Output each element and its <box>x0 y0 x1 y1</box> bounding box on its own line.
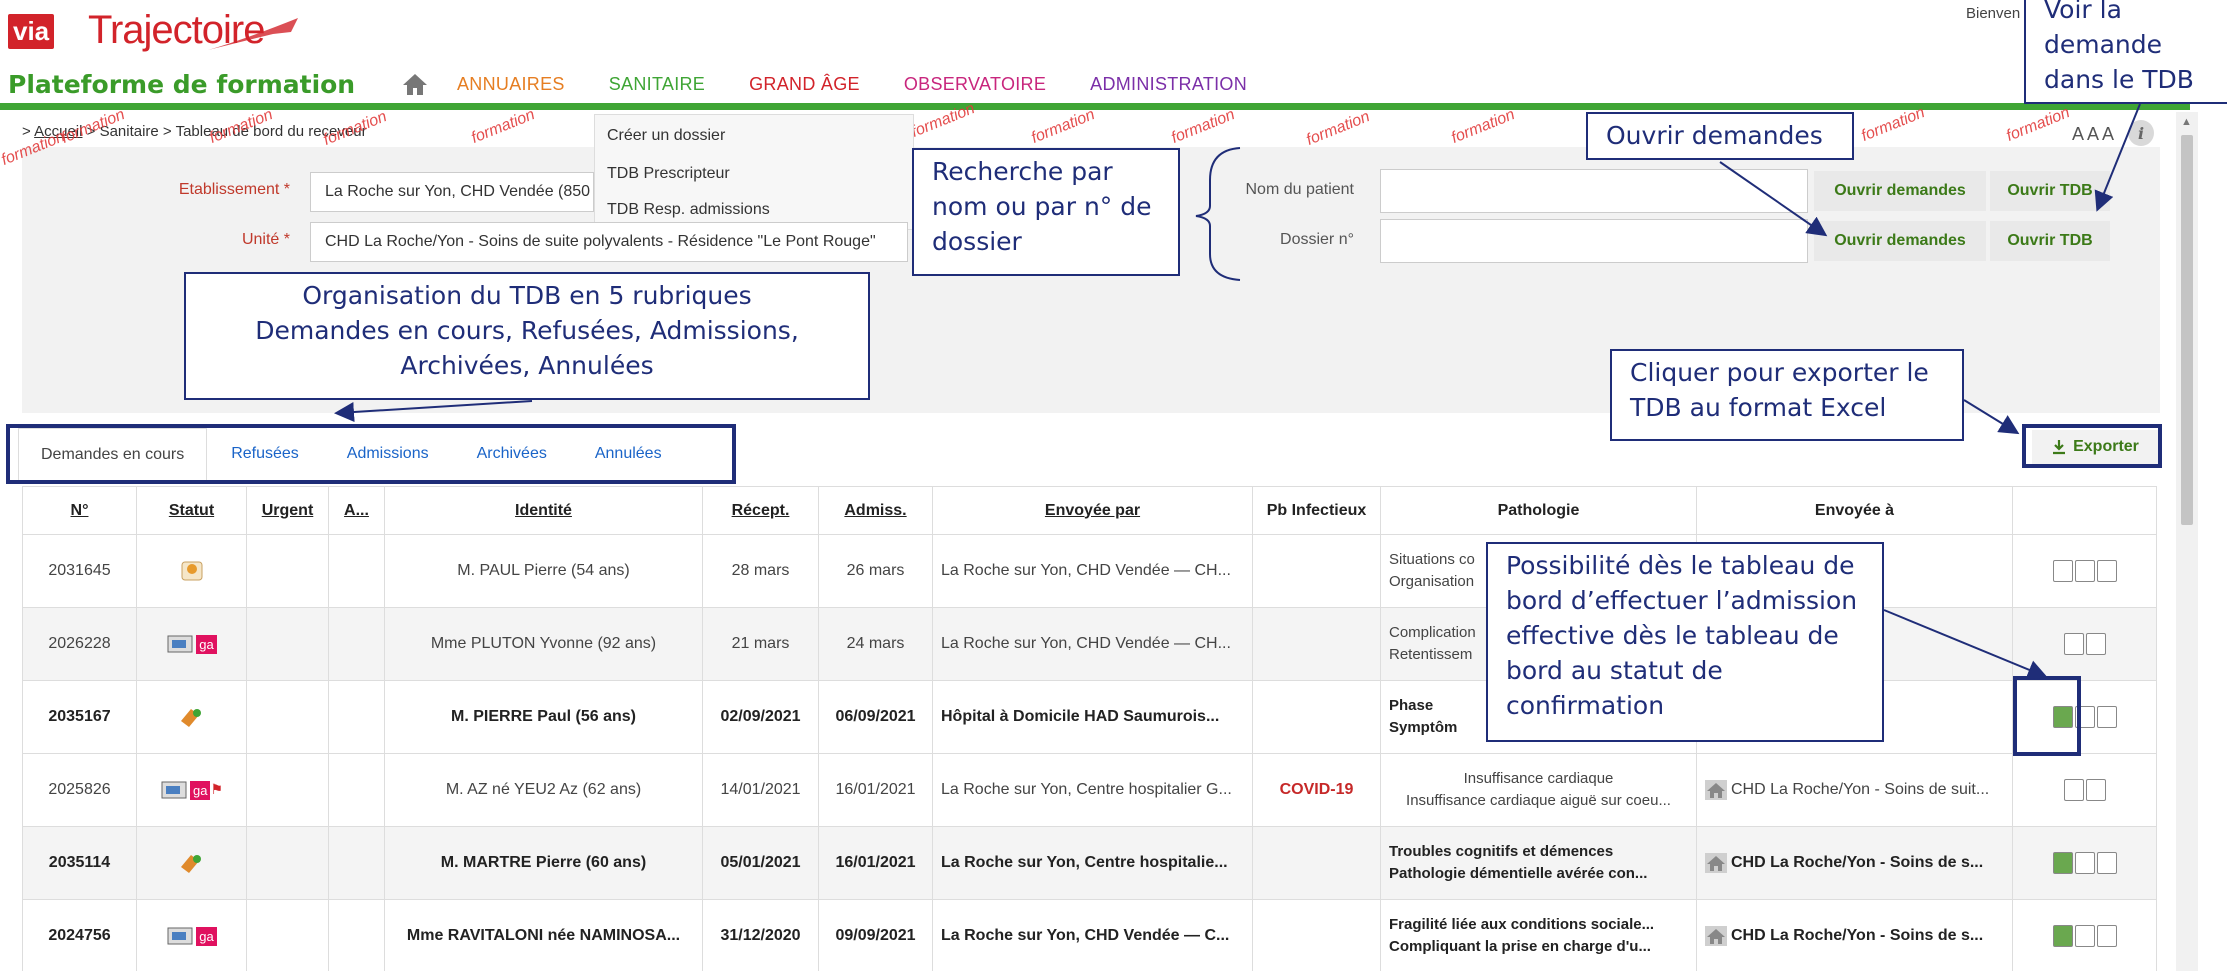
arrow-voir-demande <box>2094 103 2141 212</box>
arrow-exporter <box>1963 399 2020 435</box>
annotation-arrows <box>334 103 2141 680</box>
arrow-admission <box>1883 609 2048 680</box>
arrow-organisation <box>334 400 533 422</box>
arrow-ouvrir-demandes <box>1719 161 1828 237</box>
recherche-brace <box>1195 147 1241 281</box>
